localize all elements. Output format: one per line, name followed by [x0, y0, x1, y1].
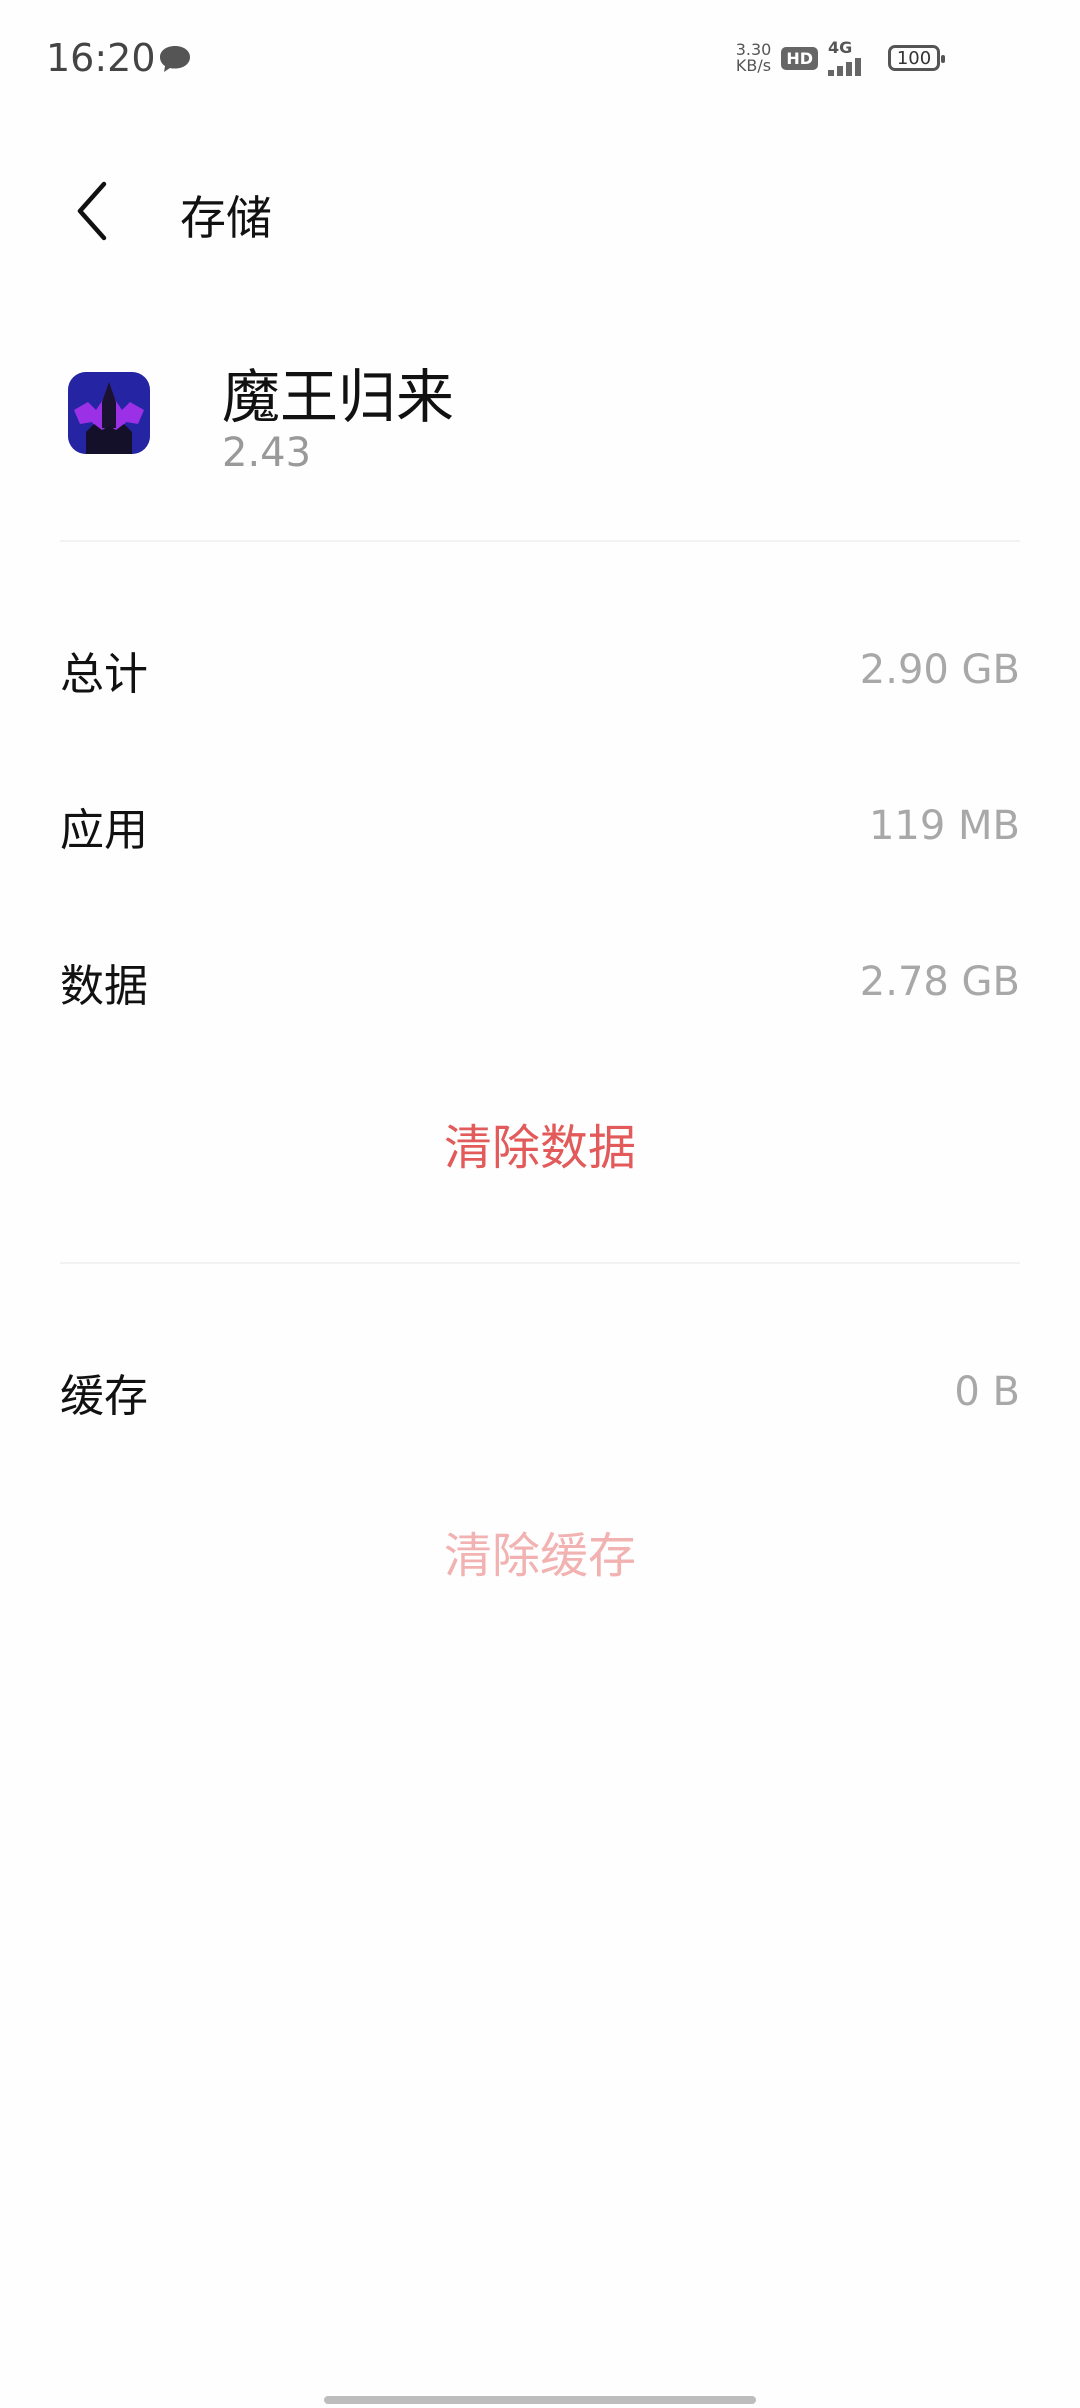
total-label: 总计 [60, 649, 148, 700]
back-button[interactable] [60, 176, 130, 246]
divider [60, 540, 1020, 542]
clear-data-button[interactable]: 清除数据 [0, 1108, 1080, 1178]
chat-bubble-icon [160, 46, 190, 72]
divider [60, 1262, 1020, 1264]
network-type-label: 4G [828, 38, 853, 57]
network-speed: 3.30 KB/s [736, 42, 772, 74]
app-version: 2.43 [222, 430, 312, 476]
storage-row-data: 数据 2.78 GB [60, 942, 1020, 1022]
hd-icon: HD [781, 46, 818, 70]
battery-icon: 100 [888, 45, 945, 71]
app-label: 应用 [60, 805, 148, 856]
status-bar: 16:20 3.30 KB/s HD 4G 100 [0, 0, 1080, 120]
cache-value: 0 B [954, 1369, 1020, 1415]
app-name: 魔王归来 [222, 363, 455, 431]
chevron-left-icon [77, 181, 107, 241]
page-header: 存储 [0, 160, 1080, 260]
battery-level: 100 [896, 47, 932, 69]
app-value: 119 MB [868, 803, 1020, 849]
data-label: 数据 [60, 961, 148, 1012]
storage-row-app: 应用 119 MB [60, 786, 1020, 866]
status-icons: 3.30 KB/s HD 4G 100 [736, 38, 945, 76]
storage-row-cache: 缓存 0 B [60, 1352, 1020, 1432]
page-title: 存储 [180, 191, 272, 245]
network-speed-unit: KB/s [735, 56, 772, 75]
home-indicator[interactable] [324, 2396, 756, 2404]
storage-row-total: 总计 2.90 GB [60, 630, 1020, 710]
total-value: 2.90 GB [859, 647, 1020, 693]
signal-icon: 4G [828, 38, 878, 76]
clear-cache-button: 清除缓存 [443, 1528, 636, 1584]
app-icon [68, 372, 150, 454]
data-value: 2.78 GB [859, 959, 1020, 1005]
status-time: 16:20 [46, 36, 156, 80]
cache-label: 缓存 [60, 1371, 148, 1422]
